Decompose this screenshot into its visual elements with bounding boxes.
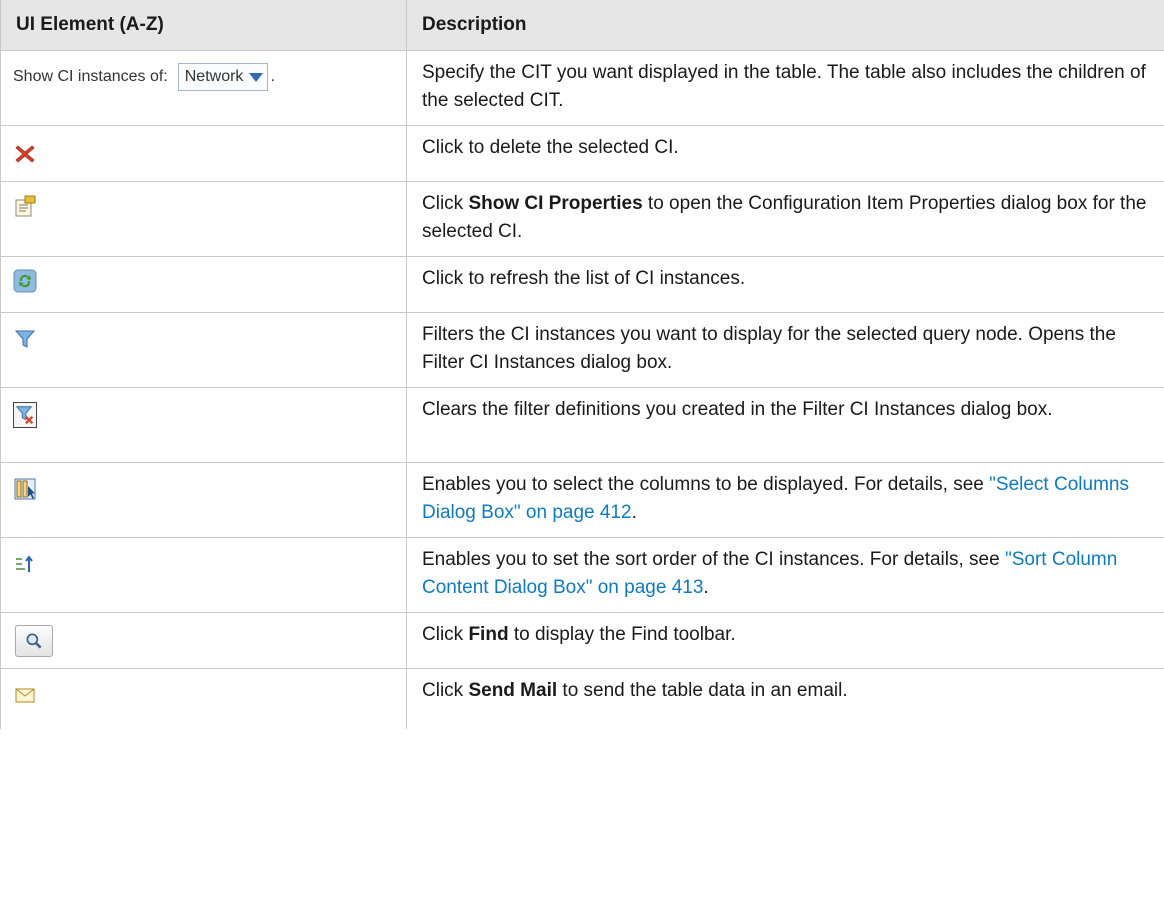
cit-select[interactable]: Network — [177, 63, 269, 91]
table-row: Click Send Mail to send the table data i… — [0, 668, 1164, 729]
description-cell: Click to delete the selected CI. — [406, 125, 1164, 182]
sort-icon[interactable] — [13, 552, 37, 576]
filter-icon[interactable] — [13, 327, 37, 351]
description-text: Enables you to set the sort order of the… — [422, 549, 1005, 570]
header-ui-element: UI Element (A-Z) — [0, 0, 407, 51]
description-text: Specify the CIT you want displayed in th… — [422, 62, 1146, 111]
description-text: Filters the CI instances you want to dis… — [422, 324, 1116, 373]
description-cell: Click Send Mail to send the table data i… — [406, 668, 1164, 729]
description-text: . — [703, 577, 709, 598]
description-text: Click — [422, 193, 469, 214]
description-text: Click to refresh the list of CI instance… — [422, 268, 746, 289]
ui-element-cell — [0, 181, 407, 257]
ui-element-cell — [0, 387, 407, 463]
table-row: Show CI instances of: Network . Specify … — [0, 50, 1164, 126]
ui-element-cell — [0, 537, 407, 613]
description-cell: Click Find to display the Find toolbar. — [406, 612, 1164, 669]
table-row: Click to delete the selected CI. — [0, 125, 1164, 182]
ui-element-cell — [0, 612, 407, 669]
table-row: Click Find to display the Find toolbar. — [0, 612, 1164, 669]
properties-icon[interactable] — [13, 194, 37, 218]
ui-element-cell — [0, 125, 407, 182]
description-text: Enables you to select the columns to be … — [422, 474, 990, 495]
show-ci-instances-label: Show CI instances of: — [13, 68, 168, 85]
ui-label-text: Send Mail — [468, 680, 558, 701]
description-text: Click — [422, 624, 469, 645]
header-description: Description — [406, 0, 1164, 51]
description-cell: Enables you to select the columns to be … — [406, 462, 1164, 538]
cit-select-value: Network — [184, 68, 244, 85]
description-text: Click — [422, 680, 469, 701]
ui-element-cell: Show CI instances of: Network . — [0, 50, 407, 126]
ui-element-cell — [0, 462, 407, 538]
description-cell: Filters the CI instances you want to dis… — [406, 312, 1164, 388]
find-icon[interactable] — [15, 625, 53, 657]
description-text: Click to delete the selected CI. — [422, 137, 679, 158]
ui-element-cell — [0, 668, 407, 729]
ui-label-text: Find — [468, 624, 509, 645]
table-row: Click Show CI Properties to open the Con… — [0, 181, 1164, 257]
table-row: Filters the CI instances you want to dis… — [0, 312, 1164, 388]
refresh-icon[interactable] — [13, 269, 37, 293]
description-text: to display the Find toolbar. — [508, 624, 736, 645]
table-header-row: UI Element (A-Z) Description — [0, 0, 1164, 51]
clear-filter-icon[interactable] — [13, 402, 37, 428]
description-cell: Clears the filter definitions you create… — [406, 387, 1164, 463]
ui-element-cell — [0, 312, 407, 388]
description-cell: Enables you to set the sort order of the… — [406, 537, 1164, 613]
description-cell: Specify the CIT you want displayed in th… — [406, 50, 1164, 126]
trailing-period: . — [270, 68, 275, 85]
delete-icon[interactable] — [13, 142, 37, 166]
ui-element-cell — [0, 256, 407, 313]
description-text: Clears the filter definitions you create… — [422, 399, 1053, 420]
description-cell: Click to refresh the list of CI instance… — [406, 256, 1164, 313]
chevron-down-icon — [249, 72, 264, 82]
table-row: Enables you to set the sort order of the… — [0, 537, 1164, 613]
ui-label-text: Show CI Properties — [468, 193, 643, 214]
ui-elements-table: UI Element (A-Z) Description Show CI ins… — [0, 0, 1164, 729]
table-row: Click to refresh the list of CI instance… — [0, 256, 1164, 313]
select-columns-icon[interactable] — [13, 477, 37, 501]
description-text: . — [631, 502, 637, 523]
table-row: Clears the filter definitions you create… — [0, 387, 1164, 463]
description-text: to send the table data in an email. — [557, 680, 848, 701]
mail-icon[interactable] — [13, 683, 37, 707]
table-row: Enables you to select the columns to be … — [0, 462, 1164, 538]
description-cell: Click Show CI Properties to open the Con… — [406, 181, 1164, 257]
show-ci-instances-control[interactable]: Show CI instances of: Network . — [13, 63, 275, 91]
